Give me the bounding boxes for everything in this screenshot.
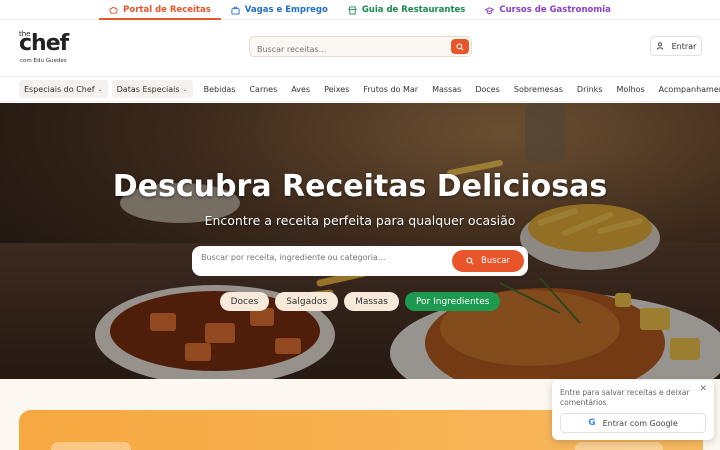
chevron-down-icon: ⌄: [97, 85, 103, 93]
category-label: Acompanhamentos: [658, 84, 720, 94]
category-aves[interactable]: Aves: [284, 80, 317, 98]
category-label: Carnes: [249, 84, 278, 94]
chip-doces[interactable]: Doces: [219, 292, 270, 311]
category-carnes[interactable]: Carnes: [242, 80, 284, 98]
tab-label: Portal de Receitas: [123, 5, 211, 15]
category-label: Datas Especiais: [116, 84, 180, 94]
search-icon: [466, 257, 474, 265]
category-molhos[interactable]: Molhos: [609, 80, 651, 98]
graduation-cap-icon: [485, 6, 495, 14]
tab-label: Vagas e Emprego: [244, 5, 328, 15]
category-label: Bebidas: [203, 84, 236, 94]
category-doces[interactable]: Doces: [468, 80, 507, 98]
category-label: Molhos: [616, 84, 645, 94]
category-label: Especiais do Chef: [24, 84, 95, 94]
tab-portal-de-receitas[interactable]: Portal de Receitas: [99, 0, 221, 20]
hero-search-button-label: Buscar: [480, 256, 511, 266]
category-label: Aves: [291, 84, 311, 94]
hero-overlay: [0, 103, 720, 379]
chip-por-ingredientes[interactable]: Por Ingredientes: [404, 292, 501, 311]
tab-label: Guia de Restaurantes: [361, 5, 466, 15]
login-label: Entrar: [671, 41, 697, 51]
google-login-label: Entrar com Google: [602, 418, 678, 428]
category-bebidas[interactable]: Bebidas: [197, 80, 243, 98]
tab-label: Cursos de Gastronomia: [499, 5, 611, 15]
hero-search: Buscar: [192, 246, 528, 276]
store-icon: [348, 5, 357, 15]
category-massas[interactable]: Massas: [425, 80, 468, 98]
category-label: Peixes: [324, 84, 350, 94]
tab-guia-de-restaurantes[interactable]: Guia de Restaurantes: [338, 0, 476, 20]
hero-section: Descubra Receitas Deliciosas Encontre a …: [0, 103, 720, 379]
chip-massas[interactable]: Massas: [344, 292, 399, 311]
category-drinks[interactable]: Drinks: [570, 80, 610, 98]
category-label: Frutos do Mar: [363, 84, 419, 94]
category-peixes[interactable]: Peixes: [317, 80, 356, 98]
login-button[interactable]: Entrar: [650, 36, 702, 56]
briefcase-icon: [231, 6, 240, 15]
chip-salgados[interactable]: Salgados: [275, 292, 339, 311]
site-header: the chef com Edu Guedes Entrar: [0, 20, 720, 74]
category-nav: Especiais do Chef ⌄ Datas Especiais ⌄ Bebi…: [0, 76, 720, 102]
promo-badge: [51, 442, 131, 450]
close-icon[interactable]: ✕: [699, 384, 707, 394]
chef-hat-icon: [109, 6, 118, 14]
hero-search-input[interactable]: [201, 253, 441, 262]
category-label: Drinks: [576, 84, 603, 94]
category-label: Sobremesas: [513, 84, 563, 94]
login-popup: Entre para salvar receitas e deixar come…: [552, 380, 714, 440]
google-icon: G: [588, 418, 596, 428]
category-datas-especiais[interactable]: Datas Especiais ⌄: [111, 80, 193, 98]
header-search-input[interactable]: [250, 40, 440, 59]
search-icon: [456, 42, 464, 51]
site-logo[interactable]: the chef com Edu Guedes: [19, 30, 75, 66]
category-especiais-do-chef[interactable]: Especiais do Chef ⌄: [19, 80, 108, 98]
google-login-button[interactable]: G Entrar com Google: [560, 413, 706, 433]
popup-message: Entre para salvar receitas e deixar come…: [560, 388, 690, 407]
category-label: Doces: [475, 84, 500, 94]
category-frutos-do-mar[interactable]: Frutos do Mar: [356, 80, 425, 98]
logo-subtitle: com Edu Guedes: [20, 58, 67, 64]
portal-nav: Portal de Receitas Vagas e Emprego Guia …: [0, 0, 720, 20]
header-search-button[interactable]: [451, 39, 469, 54]
tab-cursos-de-gastronomia[interactable]: Cursos de Gastronomia: [475, 0, 620, 20]
category-label: Massas: [432, 84, 462, 94]
header-search: [249, 36, 472, 59]
logo-chef: chef: [19, 31, 69, 56]
chevron-down-icon: ⌄: [182, 85, 188, 93]
hero-search-button[interactable]: Buscar: [452, 250, 524, 272]
promo-badge-right: [575, 442, 663, 450]
quick-filter-chips: Doces Salgados Massas Por Ingredientes: [0, 292, 720, 311]
category-acompanhamentos[interactable]: Acompanhamentos: [652, 80, 720, 98]
tab-vagas-e-emprego[interactable]: Vagas e Emprego: [221, 0, 338, 20]
user-icon: [656, 42, 663, 50]
category-sobremesas[interactable]: Sobremesas: [507, 80, 570, 98]
hero-title: Descubra Receitas Deliciosas: [112, 169, 608, 204]
hero-subtitle: Encontre a receita perfeita para qualque…: [204, 213, 516, 228]
